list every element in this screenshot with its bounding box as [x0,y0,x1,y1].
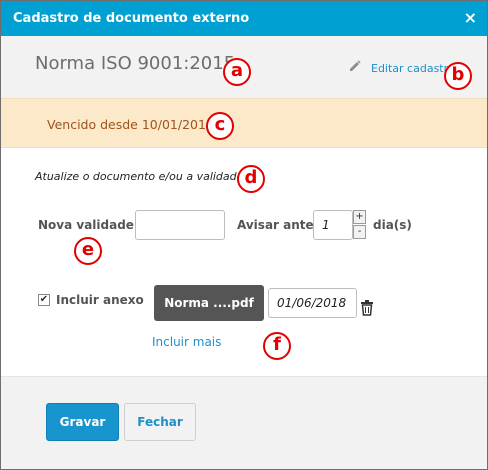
document-name: Norma ISO 9001:2015 [35,53,236,74]
pencil-icon [349,60,363,75]
edit-registration-label: Editar cadastro [371,62,455,75]
notify-days-input[interactable] [313,210,353,240]
notify-days-stepper: + - [353,210,367,240]
close-button[interactable]: Fechar [124,403,196,441]
stepper-down-button[interactable]: - [353,225,366,239]
title-bar: Cadastro de documento externo × [1,1,487,36]
days-unit-label: dia(s) [373,218,412,232]
annotation-marker-f: f [263,332,291,360]
include-attachment-label: Incluir anexo [56,293,144,307]
dialog: Cadastro de documento externo × Norma IS… [0,0,488,470]
close-icon[interactable]: × [464,8,477,27]
include-attachment-checkbox[interactable]: ✔ [38,294,50,306]
validity-label: Nova validade [38,218,134,232]
expired-warning: Vencido desde 10/01/2019. [1,98,487,148]
edit-registration-link[interactable]: Editar cadastro [349,60,455,75]
stepper-up-button[interactable]: + [353,210,366,224]
expired-warning-text: Vencido desde 10/01/2019. [47,117,218,132]
annotation-marker-a: a [223,58,251,86]
annotation-marker-c: c [206,112,234,140]
annotation-marker-b: b [444,62,472,90]
attachment-date-input[interactable] [268,288,357,318]
save-button[interactable]: Gravar [46,403,119,441]
dialog-title: Cadastro de documento externo [13,11,250,26]
instruction-text: Atualize o documento e/ou a validade [35,170,244,183]
trash-icon[interactable] [360,300,376,316]
attachment-file-button[interactable]: Norma ....pdf [154,285,264,321]
dialog-footer: Gravar Fechar [1,376,487,469]
notify-before-label: Avisar antes [237,218,321,232]
validity-date-input[interactable] [135,210,225,240]
add-more-link[interactable]: Incluir mais [152,335,221,349]
annotation-marker-e: e [74,237,102,265]
annotation-marker-d: d [237,165,265,193]
